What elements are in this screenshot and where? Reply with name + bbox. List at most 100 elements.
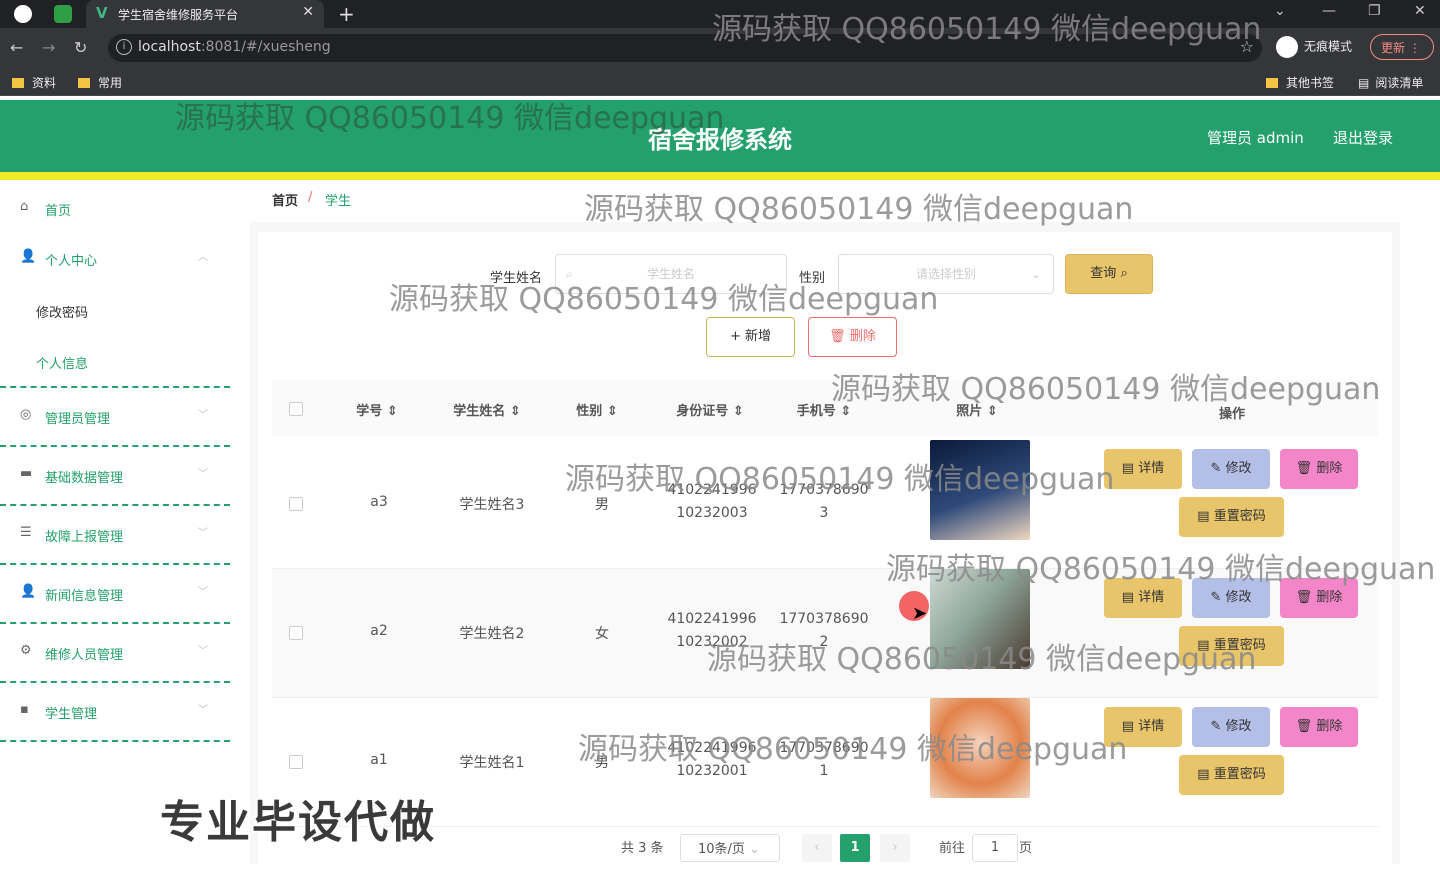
- student-photo[interactable]: [930, 440, 1030, 540]
- browser-tab-active[interactable]: V 学生宿舍维修服务平台 ✕: [86, 0, 324, 28]
- add-button-label: 新增: [745, 329, 772, 344]
- add-button[interactable]: + 新增: [706, 317, 795, 357]
- minimize-icon[interactable]: —: [1322, 3, 1336, 19]
- update-label: 更新: [1381, 41, 1406, 55]
- chevron-down-icon: ﹀: [198, 646, 208, 657]
- search-icon: ⌕: [1120, 266, 1128, 281]
- sidebar-item-news-mgmt[interactable]: 👤 新闻信息管理 ﹀: [0, 565, 230, 624]
- cell-phone-line1: 1770378690: [779, 611, 869, 627]
- sidebar-item-personal-center[interactable]: 👤 个人中心 ︿: [0, 228, 230, 278]
- breadcrumb-home[interactable]: 首页: [272, 190, 298, 209]
- new-tab-button[interactable]: +: [338, 2, 355, 26]
- student-photo[interactable]: [930, 569, 1030, 669]
- back-icon[interactable]: ←: [10, 38, 23, 57]
- cell-name: 学生姓名3: [459, 497, 525, 513]
- sidebar-item-repairman-mgmt[interactable]: ⚙ 维修人员管理 ﹀: [0, 624, 230, 683]
- info-icon[interactable]: i: [116, 39, 132, 55]
- folder-icon: [1266, 78, 1278, 88]
- bookmarks-bar: 资料 常用 其他书签 ▤ 阅读清单: [0, 68, 1440, 96]
- delete-button[interactable]: 🗑 删除: [1280, 578, 1358, 618]
- maximize-icon[interactable]: ❐: [1368, 3, 1381, 19]
- chevron-down-icon: ⌄: [749, 842, 760, 857]
- cell-phone-line1: 1770378690: [779, 482, 869, 498]
- name-search-placeholder: 学生姓名: [646, 267, 695, 281]
- edit-button[interactable]: ✎ 修改: [1192, 449, 1270, 489]
- reset-password-button[interactable]: ▤ 重置密码: [1179, 755, 1284, 795]
- cell-idcard-line2: 10232003: [676, 505, 748, 521]
- table-row: a2 学生姓名2 女 4102241996 10232002 177037869…: [272, 569, 1378, 698]
- sidebar-subitem-change-password[interactable]: 修改密码: [36, 302, 88, 321]
- other-bookmarks[interactable]: 其他书签: [1266, 74, 1334, 91]
- main-card: 学生姓名 ⌕ 学生姓名 性别 请选择性别 ⌄ 查询 ⌕ + 新增 🗑 删除 学号 ⇕…: [258, 232, 1392, 872]
- name-search-input[interactable]: ⌕ 学生姓名: [555, 254, 787, 294]
- bookmark-folder-changyong[interactable]: 常用: [78, 74, 122, 91]
- col-header-gender[interactable]: 性别 ⇕: [567, 400, 627, 419]
- logout-link[interactable]: 退出登录: [1333, 127, 1393, 148]
- goto-label: 前往: [939, 841, 966, 856]
- col-header-phone[interactable]: 手机号 ⇕: [784, 400, 864, 419]
- row-checkbox[interactable]: [289, 626, 303, 640]
- admin-icon: ◎: [20, 407, 32, 422]
- student-photo[interactable]: [930, 698, 1030, 798]
- close-window-icon[interactable]: ✕: [1414, 3, 1426, 19]
- reload-icon[interactable]: ↻: [74, 38, 87, 57]
- incognito-indicator[interactable]: 无痕模式: [1276, 36, 1352, 58]
- goto-page-input[interactable]: 1: [972, 834, 1018, 862]
- pagination-total: 共 3 条: [621, 841, 664, 856]
- gender-select[interactable]: 请选择性别 ⌄: [838, 254, 1054, 294]
- detail-button[interactable]: ▤ 详情: [1104, 449, 1182, 489]
- reset-password-button[interactable]: ▤ 重置密码: [1179, 626, 1284, 666]
- col-header-name[interactable]: 学生姓名 ⇕: [442, 400, 532, 419]
- col-header-id[interactable]: 学号 ⇕: [352, 400, 402, 419]
- batch-delete-button[interactable]: 🗑 删除: [808, 317, 897, 357]
- browser-tab-strip: V 学生宿舍维修服务平台 ✕ + ⌄ — ❐ ✕: [0, 0, 1440, 28]
- tab-search-icon[interactable]: ⌄: [1274, 3, 1286, 19]
- doc-icon: ▤: [1121, 461, 1135, 476]
- sidebar-item-home[interactable]: ⌂ 首页: [0, 180, 230, 228]
- cell-phone-line1: 1770378690: [779, 740, 869, 756]
- table-header: 学号 ⇕ 学生姓名 ⇕ 性别 ⇕ 身份证号 ⇕ 手机号 ⇕ 照片 ⇕ 操作: [272, 380, 1378, 436]
- sidebar-item-base-data-mgmt[interactable]: ▬ 基础数据管理 ﹀: [0, 447, 230, 506]
- prev-page-button[interactable]: ‹: [802, 834, 832, 862]
- page-size-select[interactable]: 10条/页 ⌄: [680, 834, 780, 862]
- sidebar-item-label: 维修人员管理: [45, 648, 124, 663]
- chevron-down-icon: ﹀: [198, 469, 208, 480]
- col-header-idcard[interactable]: 身份证号 ⇕: [665, 400, 755, 419]
- url-input[interactable]: i localhost:8081/#/xuesheng ☆: [108, 34, 1262, 62]
- vue-icon: V: [96, 4, 108, 22]
- col-header-photo[interactable]: 照片 ⇕: [947, 400, 1007, 419]
- row-checkbox[interactable]: [289, 497, 303, 511]
- sidebar-item-admin-mgmt[interactable]: ◎ 管理员管理 ﹀: [0, 388, 230, 447]
- chevron-down-icon: ﹀: [198, 528, 208, 539]
- trash-icon: 🗑: [829, 329, 846, 344]
- query-button[interactable]: 查询 ⌕: [1065, 254, 1153, 294]
- page-number-1[interactable]: 1: [840, 834, 870, 862]
- row-checkbox[interactable]: [289, 755, 303, 769]
- sliders-icon: ☰: [20, 525, 32, 540]
- forward-icon[interactable]: →: [42, 38, 55, 57]
- promo-banner: 专业毕设代做: [160, 797, 436, 848]
- reset-password-button[interactable]: ▤ 重置密码: [1179, 497, 1284, 537]
- delete-button[interactable]: 🗑 删除: [1280, 449, 1358, 489]
- person-icon: 👤: [20, 584, 37, 599]
- update-button[interactable]: 更新 ⋮: [1370, 34, 1434, 60]
- detail-button[interactable]: ▤ 详情: [1104, 707, 1182, 747]
- edit-button[interactable]: ✎ 修改: [1192, 707, 1270, 747]
- app-favicon-icon[interactable]: [54, 5, 72, 23]
- reading-list[interactable]: ▤ 阅读清单: [1358, 74, 1423, 91]
- bookmark-folder-ziliao[interactable]: 资料: [12, 74, 56, 91]
- trash-icon: 🗑: [1295, 590, 1313, 605]
- next-page-button[interactable]: ›: [880, 834, 910, 862]
- sidebar-item-student-mgmt[interactable]: ▪ 学生管理 ﹀: [0, 683, 230, 742]
- bookmark-star-icon[interactable]: ☆: [1240, 37, 1254, 56]
- select-all-checkbox[interactable]: [289, 402, 303, 416]
- detail-button[interactable]: ▤ 详情: [1104, 578, 1182, 618]
- chevron-down-icon: ﹀: [198, 587, 208, 598]
- user-icon: 👤: [20, 249, 37, 264]
- delete-button[interactable]: 🗑 删除: [1280, 707, 1358, 747]
- browser-tab-title: 学生宿舍维修服务平台: [118, 8, 239, 22]
- edit-button[interactable]: ✎ 修改: [1192, 578, 1270, 618]
- tab-close-icon[interactable]: ✕: [302, 4, 314, 20]
- sidebar-subitem-personal-info[interactable]: 个人信息: [36, 353, 88, 372]
- sidebar-item-fault-report-mgmt[interactable]: ☰ 故障上报管理 ﹀: [0, 506, 230, 565]
